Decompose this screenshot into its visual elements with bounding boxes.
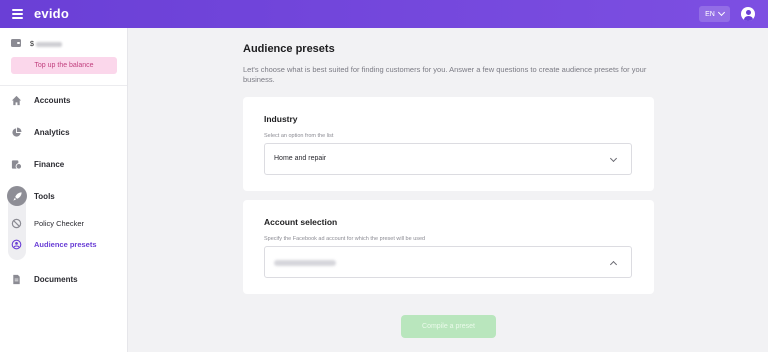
account-card: Account selection Specify the Facebook a… bbox=[243, 200, 654, 294]
page-title: Audience presets bbox=[243, 43, 335, 55]
language-selector[interactable]: EN bbox=[699, 6, 730, 22]
chevron-up-icon bbox=[609, 260, 618, 269]
sidebar-item-label: Documents bbox=[34, 274, 78, 284]
balance-amount-hidden bbox=[35, 42, 62, 47]
account-select[interactable] bbox=[264, 246, 632, 278]
sidebar-item-documents[interactable]: Documents bbox=[0, 270, 127, 288]
top-up-button[interactable]: Top up the balance bbox=[11, 57, 117, 74]
industry-select-value: Home and repair bbox=[274, 155, 327, 162]
sidebar-item-policy-checker[interactable]: Policy Checker bbox=[0, 214, 127, 232]
industry-card: Industry Select an option from the list … bbox=[243, 97, 654, 191]
sidebar-item-label: Accounts bbox=[34, 95, 71, 105]
pie-chart-icon bbox=[12, 126, 22, 137]
audience-icon bbox=[11, 239, 22, 249]
chevron-down-icon bbox=[717, 8, 725, 17]
sidebar-item-label: Analytics bbox=[34, 127, 70, 137]
finance-icon bbox=[11, 159, 22, 170]
home-icon bbox=[11, 95, 22, 105]
industry-select[interactable]: Home and repair bbox=[264, 143, 632, 175]
language-label: EN bbox=[705, 10, 715, 18]
sidebar-item-audience-presets[interactable]: Audience presets bbox=[0, 235, 127, 253]
wallet-icon bbox=[11, 39, 21, 47]
block-icon bbox=[11, 218, 22, 228]
menu-icon[interactable] bbox=[12, 9, 23, 19]
sidebar-item-finance[interactable]: Finance bbox=[0, 155, 127, 173]
sidebar-item-accounts[interactable]: Accounts bbox=[0, 91, 127, 109]
account-title: Account selection bbox=[264, 217, 338, 227]
account-select-placeholder bbox=[274, 260, 336, 266]
account-hint: Specify the Facebook ad account for whic… bbox=[264, 236, 426, 242]
sidebar-item-label: Finance bbox=[34, 159, 65, 169]
sidebar-item-label: Tools bbox=[34, 191, 55, 201]
sidebar-item-tools[interactable]: Tools bbox=[0, 187, 127, 205]
balance-currency: $ bbox=[30, 41, 34, 48]
page-description: Let's choose what is best suited for fin… bbox=[243, 65, 647, 84]
logo: evido bbox=[34, 6, 69, 21]
industry-hint: Select an option from the list bbox=[264, 133, 334, 139]
chevron-down-icon bbox=[609, 154, 618, 163]
compile-preset-button[interactable]: Compile a preset bbox=[401, 315, 496, 338]
sidebar-item-label: Audience presets bbox=[34, 239, 97, 249]
sidebar-divider bbox=[0, 85, 127, 86]
document-icon bbox=[13, 274, 20, 284]
rocket-icon bbox=[13, 191, 22, 201]
sidebar-item-analytics[interactable]: Analytics bbox=[0, 123, 127, 141]
sidebar-item-label: Policy Checker bbox=[34, 218, 85, 228]
sidebar: $ Top up the balance Accounts Analytics … bbox=[0, 28, 128, 352]
balance: $ bbox=[30, 41, 62, 48]
top-bar: evido EN bbox=[0, 0, 768, 28]
industry-title: Industry bbox=[264, 114, 298, 124]
user-avatar-icon[interactable] bbox=[741, 7, 755, 21]
